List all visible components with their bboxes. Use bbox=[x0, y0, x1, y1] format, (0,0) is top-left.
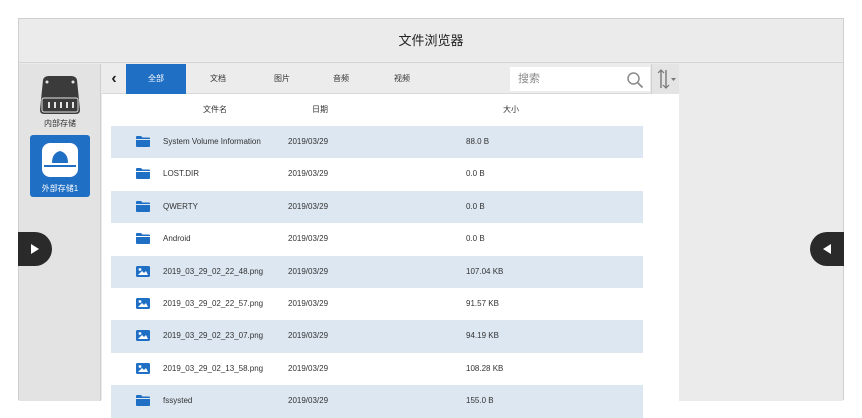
file-browser-main: ‹ 全部 文档 图片 音频 视频 搜索 文件名 日期 大小 System Vol… bbox=[102, 64, 679, 418]
folder-icon bbox=[136, 168, 150, 180]
expand-sidebar-button[interactable] bbox=[18, 232, 52, 266]
image-file-icon bbox=[136, 330, 150, 342]
image-file-icon bbox=[136, 265, 150, 277]
file-date: 2019/03/29 bbox=[288, 363, 329, 373]
sidebar-item-external-storage[interactable]: 外部存储1 bbox=[30, 135, 90, 197]
table-row[interactable]: fssysted 2019/03/29 155.0 B bbox=[111, 385, 643, 418]
file-name: QWERTY bbox=[163, 201, 198, 211]
sort-button[interactable] bbox=[651, 64, 679, 94]
folder-icon bbox=[136, 136, 150, 147]
file-size: 94.19 KB bbox=[466, 331, 499, 341]
file-date: 2019/03/29 bbox=[288, 266, 329, 276]
file-name: 2019_03_29_02_22_48.png bbox=[163, 266, 264, 276]
table-row[interactable]: LOST.DIR 2019/03/29 0.0 B bbox=[111, 158, 643, 190]
file-size: 0.0 B bbox=[466, 201, 485, 211]
search-placeholder: 搜索 bbox=[518, 73, 540, 85]
sidebar-item-label: 内部存储 bbox=[44, 119, 76, 128]
sort-icon bbox=[657, 69, 676, 89]
play-right-icon bbox=[31, 244, 39, 254]
table-row[interactable]: 2019_03_29_02_22_57.png 2019/03/29 91.57… bbox=[111, 288, 643, 320]
tab-images[interactable]: 图片 bbox=[250, 64, 314, 94]
hdd-icon bbox=[40, 76, 80, 114]
file-name: fssysted bbox=[163, 396, 193, 406]
file-name: System Volume Information bbox=[163, 137, 261, 146]
file-size: 155.0 B bbox=[466, 396, 494, 406]
table-row[interactable]: QWERTY 2019/03/29 0.0 B bbox=[111, 190, 643, 224]
file-size: 108.28 KB bbox=[466, 363, 504, 373]
file-size: 88.0 B bbox=[466, 137, 490, 146]
table-row[interactable]: 2019_03_29_02_23_07.png 2019/03/29 94.19… bbox=[111, 320, 643, 353]
tab-all[interactable]: 全部 bbox=[126, 64, 186, 94]
file-size: 0.0 B bbox=[466, 234, 485, 244]
sidebar-item-label: 外部存储1 bbox=[41, 184, 79, 193]
file-name: 2019_03_29_02_23_07.png bbox=[163, 331, 264, 341]
file-date: 2019/03/29 bbox=[288, 169, 329, 179]
file-name: 2019_03_29_02_13_58.png bbox=[163, 363, 264, 373]
file-name: Android bbox=[163, 234, 191, 244]
folder-icon bbox=[136, 200, 150, 212]
folder-icon bbox=[136, 233, 150, 245]
table-row[interactable]: Android 2019/03/29 0.0 B bbox=[111, 223, 643, 255]
file-name: 2019_03_29_02_22_57.png bbox=[163, 298, 264, 308]
category-tabs: ‹ 全部 文档 图片 音频 视频 搜索 bbox=[102, 64, 679, 94]
file-date: 2019/03/29 bbox=[288, 234, 329, 244]
app-window: 文件浏览器 内部存储 外部存储1 ‹ 全部 文档 图片 音频 视频 搜索 文件名… bbox=[18, 18, 844, 418]
column-header-size[interactable]: 大小 bbox=[503, 94, 519, 126]
file-name: LOST.DIR bbox=[163, 169, 200, 179]
file-size: 0.0 B bbox=[466, 169, 485, 179]
folder-icon bbox=[136, 395, 150, 407]
column-header-name[interactable]: 文件名 bbox=[203, 94, 227, 126]
file-date: 2019/03/29 bbox=[288, 331, 329, 341]
table-row[interactable]: System Volume Information 2019/03/29 88.… bbox=[111, 126, 643, 159]
tab-documents[interactable]: 文档 bbox=[186, 64, 250, 94]
file-size: 91.57 KB bbox=[466, 298, 499, 308]
table-row[interactable]: 2019_03_29_02_13_58.png 2019/03/29 108.2… bbox=[111, 353, 643, 385]
expand-panel-button[interactable] bbox=[810, 232, 844, 266]
file-date: 2019/03/29 bbox=[288, 137, 329, 146]
sidebar-item-internal-storage[interactable]: 内部存储 bbox=[30, 70, 90, 132]
tab-video[interactable]: 视频 bbox=[368, 64, 436, 94]
image-file-icon bbox=[136, 297, 150, 309]
column-header-date[interactable]: 日期 bbox=[312, 94, 328, 126]
play-left-icon bbox=[823, 244, 831, 254]
file-date: 2019/03/29 bbox=[288, 298, 329, 308]
back-chevron-icon[interactable]: ‹ bbox=[102, 64, 126, 94]
table-row[interactable]: 2019_03_29_02_22_48.png 2019/03/29 107.0… bbox=[111, 255, 643, 288]
file-date: 2019/03/29 bbox=[288, 396, 329, 406]
usb-drive-icon bbox=[42, 143, 78, 177]
window-title: 文件浏览器 bbox=[19, 19, 843, 63]
search-input[interactable]: 搜索 bbox=[510, 67, 650, 91]
file-size: 107.04 KB bbox=[466, 266, 504, 276]
file-date: 2019/03/29 bbox=[288, 201, 329, 211]
file-list: System Volume Information 2019/03/29 88.… bbox=[111, 126, 643, 418]
tab-audio[interactable]: 音频 bbox=[314, 64, 368, 94]
image-file-icon bbox=[136, 362, 150, 374]
search-icon[interactable] bbox=[626, 71, 644, 89]
